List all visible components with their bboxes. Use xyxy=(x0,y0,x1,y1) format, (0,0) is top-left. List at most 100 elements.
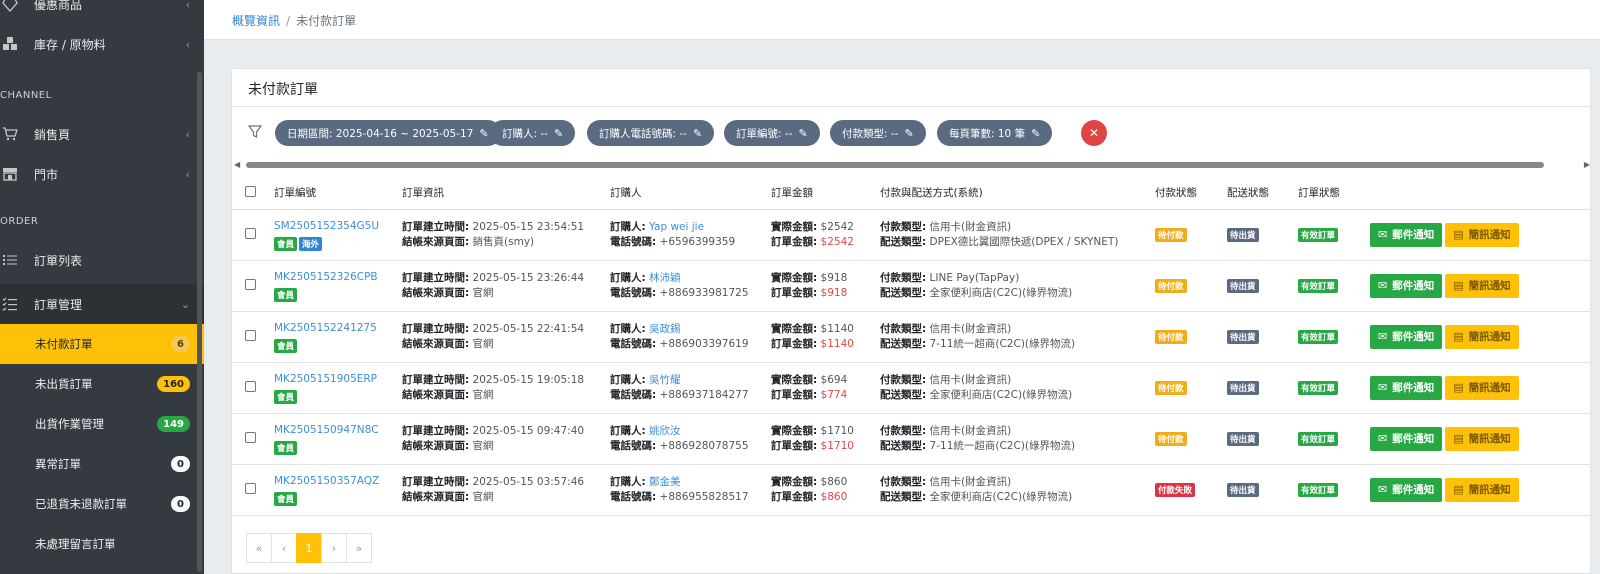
source-label: 結帳來源頁面: xyxy=(402,388,470,401)
sidebar-scrollbar[interactable] xyxy=(197,72,202,572)
actual-amount-label: 實際金額: xyxy=(771,220,818,233)
row-checkbox[interactable] xyxy=(245,278,256,290)
order-number-link[interactable]: SM2505152354G5U xyxy=(274,219,402,234)
section-channel: CHANNEL xyxy=(0,90,52,101)
member-tag: 會員 xyxy=(274,287,298,302)
sidebar-item-inventory[interactable]: 庫存 / 原物料 ‹ xyxy=(0,24,204,64)
buyer-phone: +886933981725 xyxy=(659,286,749,299)
sidebar-sub-label: 異常訂單 xyxy=(35,457,81,471)
sidebar-item-order-management[interactable]: 訂單管理 ⌄ xyxy=(0,284,204,324)
email-notify-button[interactable]: ✉ 郵件通知 xyxy=(1370,222,1443,247)
sidebar-item-discount-products[interactable]: 優惠商品 ‹ xyxy=(0,0,204,24)
diamond-icon xyxy=(2,0,18,12)
sms-notify-button[interactable]: ▤ 簡訊通知 xyxy=(1445,375,1519,400)
buyer-name-link[interactable]: 吳政錫 xyxy=(649,323,681,335)
buyer-phone: +886928078755 xyxy=(659,439,749,452)
count-badge: 0 xyxy=(171,456,190,472)
filter-chip-page-size[interactable]: 每頁筆數: 10 筆 ✎ xyxy=(937,120,1053,146)
order-number-link[interactable]: MK2505151905ERP xyxy=(274,372,402,387)
sms-notify-label: 簡訊通知 xyxy=(1468,331,1511,343)
section-order: ORDER xyxy=(0,216,39,227)
topbar: 概覽資訊 / 未付款訂單 xyxy=(204,0,1600,40)
filter-chip-payment-type[interactable]: 付款類型: -- ✎ xyxy=(830,120,926,146)
message-icon: ▤ xyxy=(1453,381,1464,394)
sidebar-sub-label: 未付款訂單 xyxy=(35,337,93,351)
buyer-name-link[interactable]: 鄭金美 xyxy=(649,476,681,488)
col-header: 訂單狀態 xyxy=(1298,177,1370,210)
envelope-icon: ✉ xyxy=(1378,432,1388,445)
sidebar-sub-unhandled-messages[interactable]: 未處理留言訂單 xyxy=(0,524,204,564)
email-notify-button[interactable]: ✉ 郵件通知 xyxy=(1370,324,1443,349)
horizontal-scrollbar[interactable]: ◀ ▶ xyxy=(234,160,1590,169)
ship-type-label: 配送類型: xyxy=(880,337,927,350)
filter-icon[interactable] xyxy=(247,125,263,139)
sms-notify-button[interactable]: ▤ 簡訊通知 xyxy=(1445,222,1519,247)
pay-type-label: 付款類型: xyxy=(880,475,927,488)
sms-notify-button[interactable]: ▤ 簡訊通知 xyxy=(1445,477,1519,502)
created-time: 2025-05-15 23:54:51 xyxy=(472,220,585,233)
filter-chip-order-no[interactable]: 訂單編號: -- ✎ xyxy=(724,120,820,146)
sidebar-item-sales-page[interactable]: 銷售頁 ‹ xyxy=(0,114,204,154)
order-amount: $860 xyxy=(820,490,848,503)
filter-chip-buyer-phone[interactable]: 訂購人電話號碼: -- ✎ xyxy=(587,120,715,146)
payment-status-badge: 待付款 xyxy=(1155,431,1187,446)
order-number-link[interactable]: MK2505152241275 xyxy=(274,321,402,336)
breadcrumb-home-link[interactable]: 概覽資訊 xyxy=(232,14,280,28)
sidebar-sub-returned-unrefunded[interactable]: 已退貨未退款訂單 0 xyxy=(0,484,204,524)
order-amount-label: 訂單金額: xyxy=(771,337,818,350)
sidebar-item-order-list[interactable]: 訂單列表 xyxy=(0,240,204,280)
shipping-status-badge: 待出貨 xyxy=(1227,227,1259,242)
actual-amount-label: 實際金額: xyxy=(771,322,818,335)
select-all-checkbox[interactable] xyxy=(245,185,256,197)
order-number-link[interactable]: MK2505150357AQZ xyxy=(274,474,402,489)
sms-notify-label: 簡訊通知 xyxy=(1468,382,1511,394)
buyer-name-link[interactable]: 林沛穎 xyxy=(649,272,681,284)
pencil-icon: ✎ xyxy=(1031,126,1041,140)
sidebar-sub-unshipped-orders[interactable]: 未出貨訂單 160 xyxy=(0,364,204,404)
page-first-button[interactable]: « xyxy=(246,533,272,563)
filter-chip-label: 日期區間: 2025-04-16 ~ 2025-05-17 xyxy=(287,127,474,140)
source-page: 官網 xyxy=(472,286,494,299)
source-label: 結帳來源頁面: xyxy=(402,235,470,248)
filter-chip-date-range[interactable]: 日期區間: 2025-04-16 ~ 2025-05-17 ✎ xyxy=(275,120,501,146)
order-number-link[interactable]: MK2505152326CPB xyxy=(274,270,402,285)
table-row: MK2505151905ERP 會員 訂單建立時間: 2025-05-15 19:… xyxy=(232,362,1590,414)
payment-status-badge: 待付款 xyxy=(1155,227,1187,242)
filter-chip-buyer[interactable]: 訂購人: -- ✎ xyxy=(490,120,576,146)
row-checkbox[interactable] xyxy=(245,431,256,443)
buyer-name-link[interactable]: Yap wei jie xyxy=(649,221,704,233)
scrollbar-thumb[interactable] xyxy=(246,162,1544,168)
email-notify-button[interactable]: ✉ 郵件通知 xyxy=(1370,273,1443,298)
scroll-left-icon[interactable]: ◀ xyxy=(234,160,240,169)
sms-notify-button[interactable]: ▤ 簡訊通知 xyxy=(1445,324,1519,349)
sms-notify-button[interactable]: ▤ 簡訊通知 xyxy=(1445,426,1519,451)
email-notify-button[interactable]: ✉ 郵件通知 xyxy=(1370,477,1443,502)
row-checkbox[interactable] xyxy=(245,227,256,239)
page-current-button[interactable]: 1 xyxy=(296,533,322,563)
order-number-link[interactable]: MK2505150947N8C xyxy=(274,423,402,438)
sidebar-sub-unpaid-orders[interactable]: 未付款訂單 6 xyxy=(0,324,204,364)
row-checkbox[interactable] xyxy=(245,482,256,494)
sidebar-sub-shipping-management[interactable]: 出貨作業管理 149 xyxy=(0,404,204,444)
sidebar-item-store[interactable]: 門市 ‹ xyxy=(0,154,204,194)
row-checkbox[interactable] xyxy=(245,329,256,341)
buyer-name-link[interactable]: 吳竹耀 xyxy=(649,374,681,386)
list-icon xyxy=(2,252,18,268)
sidebar-sub-abnormal-orders[interactable]: 異常訂單 0 xyxy=(0,444,204,484)
envelope-icon: ✉ xyxy=(1378,330,1388,343)
pay-type-label: 付款類型: xyxy=(880,322,927,335)
breadcrumb-current: 未付款訂單 xyxy=(296,14,357,28)
chevron-left-icon: ‹ xyxy=(185,167,190,181)
buyer-name-link[interactable]: 姚欣汝 xyxy=(649,425,681,437)
page-prev-button[interactable]: ‹ xyxy=(271,533,297,563)
row-checkbox[interactable] xyxy=(245,380,256,392)
page-last-button[interactable]: » xyxy=(346,533,372,563)
created-time: 2025-05-15 19:05:18 xyxy=(472,373,585,386)
clear-filters-button[interactable]: ✕ xyxy=(1081,120,1107,146)
email-notify-button[interactable]: ✉ 郵件通知 xyxy=(1370,426,1443,451)
col-header: 訂單資訊 xyxy=(402,177,610,210)
scroll-right-icon[interactable]: ▶ xyxy=(1584,160,1590,169)
sms-notify-button[interactable]: ▤ 簡訊通知 xyxy=(1445,273,1519,298)
email-notify-button[interactable]: ✉ 郵件通知 xyxy=(1370,375,1443,400)
page-next-button[interactable]: › xyxy=(321,533,347,563)
